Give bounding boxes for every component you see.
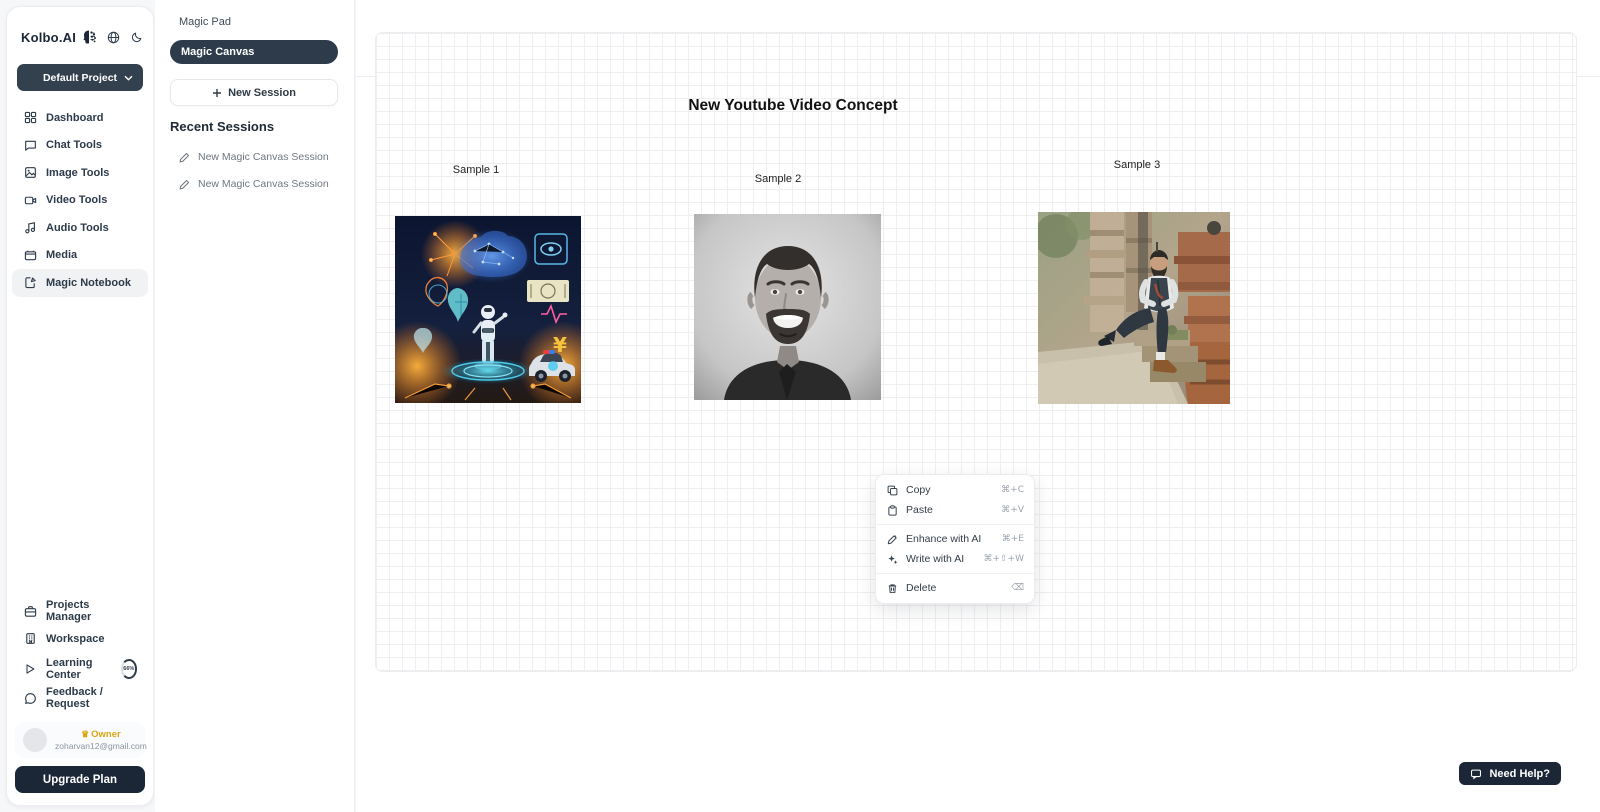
sidebar-item-label: Video Tools bbox=[46, 194, 107, 206]
play-icon bbox=[23, 662, 37, 676]
context-menu-item-paste[interactable]: Paste ⌘+V bbox=[876, 500, 1034, 520]
language-globe-icon[interactable] bbox=[107, 31, 120, 44]
trash-icon bbox=[886, 582, 898, 594]
clipboard-icon bbox=[886, 504, 898, 516]
context-menu-item-write-with-ai[interactable]: Write with AI ⌘+⇧+W bbox=[876, 549, 1034, 569]
sidebar-item-learning-center[interactable]: Learning Center 66% bbox=[12, 653, 148, 685]
feedback-bubble-icon bbox=[23, 691, 37, 705]
sidebar-item-magic-notebook[interactable]: Magic Notebook bbox=[12, 269, 148, 297]
crown-icon: ♛ bbox=[81, 729, 89, 740]
canvas-image-portrait[interactable] bbox=[694, 214, 881, 400]
owner-badge: ♛Owner bbox=[81, 729, 121, 740]
menu-divider bbox=[876, 573, 1034, 574]
building-icon bbox=[23, 632, 37, 646]
upgrade-plan-button[interactable]: Upgrade Plan bbox=[15, 766, 145, 793]
plus-icon bbox=[212, 88, 222, 98]
tab-magic-canvas[interactable]: Magic Canvas bbox=[170, 40, 338, 64]
project-selector[interactable]: Default Project bbox=[17, 64, 143, 91]
project-selector-label: Default Project bbox=[43, 72, 117, 84]
pencil-icon bbox=[179, 179, 190, 190]
copy-icon bbox=[886, 484, 898, 496]
sidebar-item-chat-tools[interactable]: Chat Tools bbox=[12, 132, 148, 160]
pencil-icon bbox=[179, 152, 190, 163]
user-email: zoharvan12@gmail.com bbox=[55, 741, 147, 751]
shortcut-label: ⌘+C bbox=[1001, 485, 1024, 495]
sparkles-icon bbox=[886, 553, 898, 565]
sample-label-3[interactable]: Sample 3 bbox=[1097, 159, 1177, 171]
session-list-item[interactable]: New Magic Canvas Session bbox=[179, 178, 329, 190]
image-icon bbox=[23, 166, 37, 180]
sidebar-item-label: Learning Center bbox=[46, 657, 112, 681]
avatar bbox=[23, 728, 47, 752]
sidebar-item-label: Image Tools bbox=[46, 167, 109, 179]
need-help-button[interactable]: Need Help? bbox=[1459, 762, 1561, 785]
sidebar-item-label: Audio Tools bbox=[46, 222, 109, 234]
dashboard-icon bbox=[23, 111, 37, 125]
sidebar-item-media[interactable]: Media bbox=[12, 242, 148, 270]
canvas-image-stone-steps[interactable] bbox=[1038, 212, 1230, 404]
magic-pen-icon bbox=[886, 533, 898, 545]
main-area: Magic Canvas T H 100% Export New Youtube… bbox=[356, 0, 1600, 812]
help-chat-icon bbox=[1470, 768, 1482, 780]
logo-row: Kolbo.AI bbox=[21, 27, 143, 47]
video-camera-icon bbox=[23, 193, 37, 207]
briefcase-icon bbox=[23, 604, 37, 618]
sample-label-1[interactable]: Sample 1 bbox=[436, 164, 516, 176]
sidebar-item-label: Dashboard bbox=[46, 112, 103, 124]
chat-bubble-icon bbox=[23, 138, 37, 152]
canvas-title-text[interactable]: New Youtube Video Concept bbox=[668, 97, 918, 115]
shortcut-label: ⌘+V bbox=[1001, 505, 1024, 515]
sidebar-item-workspace[interactable]: Workspace bbox=[12, 625, 148, 653]
media-folder-icon bbox=[23, 248, 37, 262]
sidebar-item-label: Feedback / Request bbox=[46, 686, 137, 710]
chevron-down-icon bbox=[124, 75, 133, 81]
context-menu-item-delete[interactable]: Delete ⌫ bbox=[876, 578, 1034, 598]
sidebar: Kolbo.AI Default Project Dashboard Chat … bbox=[6, 6, 154, 806]
sidebar-item-image-tools[interactable]: Image Tools bbox=[12, 159, 148, 187]
context-menu: Copy ⌘+C Paste ⌘+V Enhance with AI ⌘+E W… bbox=[875, 474, 1035, 604]
session-panel: Magic Pad Magic Canvas New Session Recen… bbox=[155, 0, 355, 812]
brain-logo-icon bbox=[81, 29, 98, 46]
sidebar-item-audio-tools[interactable]: Audio Tools bbox=[12, 214, 148, 242]
sidebar-item-video-tools[interactable]: Video Tools bbox=[12, 187, 148, 215]
sidebar-item-label: Magic Notebook bbox=[46, 277, 131, 289]
dark-mode-moon-icon[interactable] bbox=[131, 31, 143, 43]
session-list-item[interactable]: New Magic Canvas Session bbox=[179, 151, 329, 163]
sidebar-item-label: Projects Manager bbox=[46, 599, 137, 623]
context-menu-item-copy[interactable]: Copy ⌘+C bbox=[876, 480, 1034, 500]
menu-divider bbox=[876, 524, 1034, 525]
sidebar-item-label: Media bbox=[46, 249, 77, 261]
sample-label-2[interactable]: Sample 2 bbox=[738, 173, 818, 185]
shortcut-label: ⌘+⇧+W bbox=[983, 554, 1024, 564]
recent-sessions-heading: Recent Sessions bbox=[170, 119, 274, 134]
music-note-icon bbox=[23, 221, 37, 235]
sidebar-item-label: Chat Tools bbox=[46, 139, 102, 151]
sidebar-nav: Dashboard Chat Tools Image Tools Video T… bbox=[12, 104, 148, 297]
sidebar-bottom: Projects Manager Workspace Learning Cent… bbox=[12, 598, 148, 794]
context-menu-item-enhance-with-ai[interactable]: Enhance with AI ⌘+E bbox=[876, 529, 1034, 549]
canvas-image-ai-collage[interactable]: ¥ bbox=[395, 216, 581, 403]
sidebar-item-feedback[interactable]: Feedback / Request bbox=[12, 685, 148, 713]
notebook-pen-icon bbox=[23, 276, 37, 290]
user-account-card[interactable]: ♛Owner zoharvan12@gmail.com ⌃ bbox=[15, 722, 145, 758]
canvas-grid[interactable]: New Youtube Video Concept Sample 1 Sampl… bbox=[375, 32, 1577, 672]
new-session-button[interactable]: New Session bbox=[170, 79, 338, 106]
brand-logo: Kolbo.AI bbox=[21, 30, 76, 45]
tab-magic-pad[interactable]: Magic Pad bbox=[179, 16, 231, 28]
learning-progress-badge: 66% bbox=[121, 659, 137, 679]
sidebar-item-projects-manager[interactable]: Projects Manager bbox=[12, 598, 148, 626]
shortcut-label: ⌫ bbox=[1011, 583, 1024, 593]
shortcut-label: ⌘+E bbox=[1002, 534, 1024, 544]
sidebar-item-label: Workspace bbox=[46, 633, 105, 645]
sidebar-item-dashboard[interactable]: Dashboard bbox=[12, 104, 148, 132]
